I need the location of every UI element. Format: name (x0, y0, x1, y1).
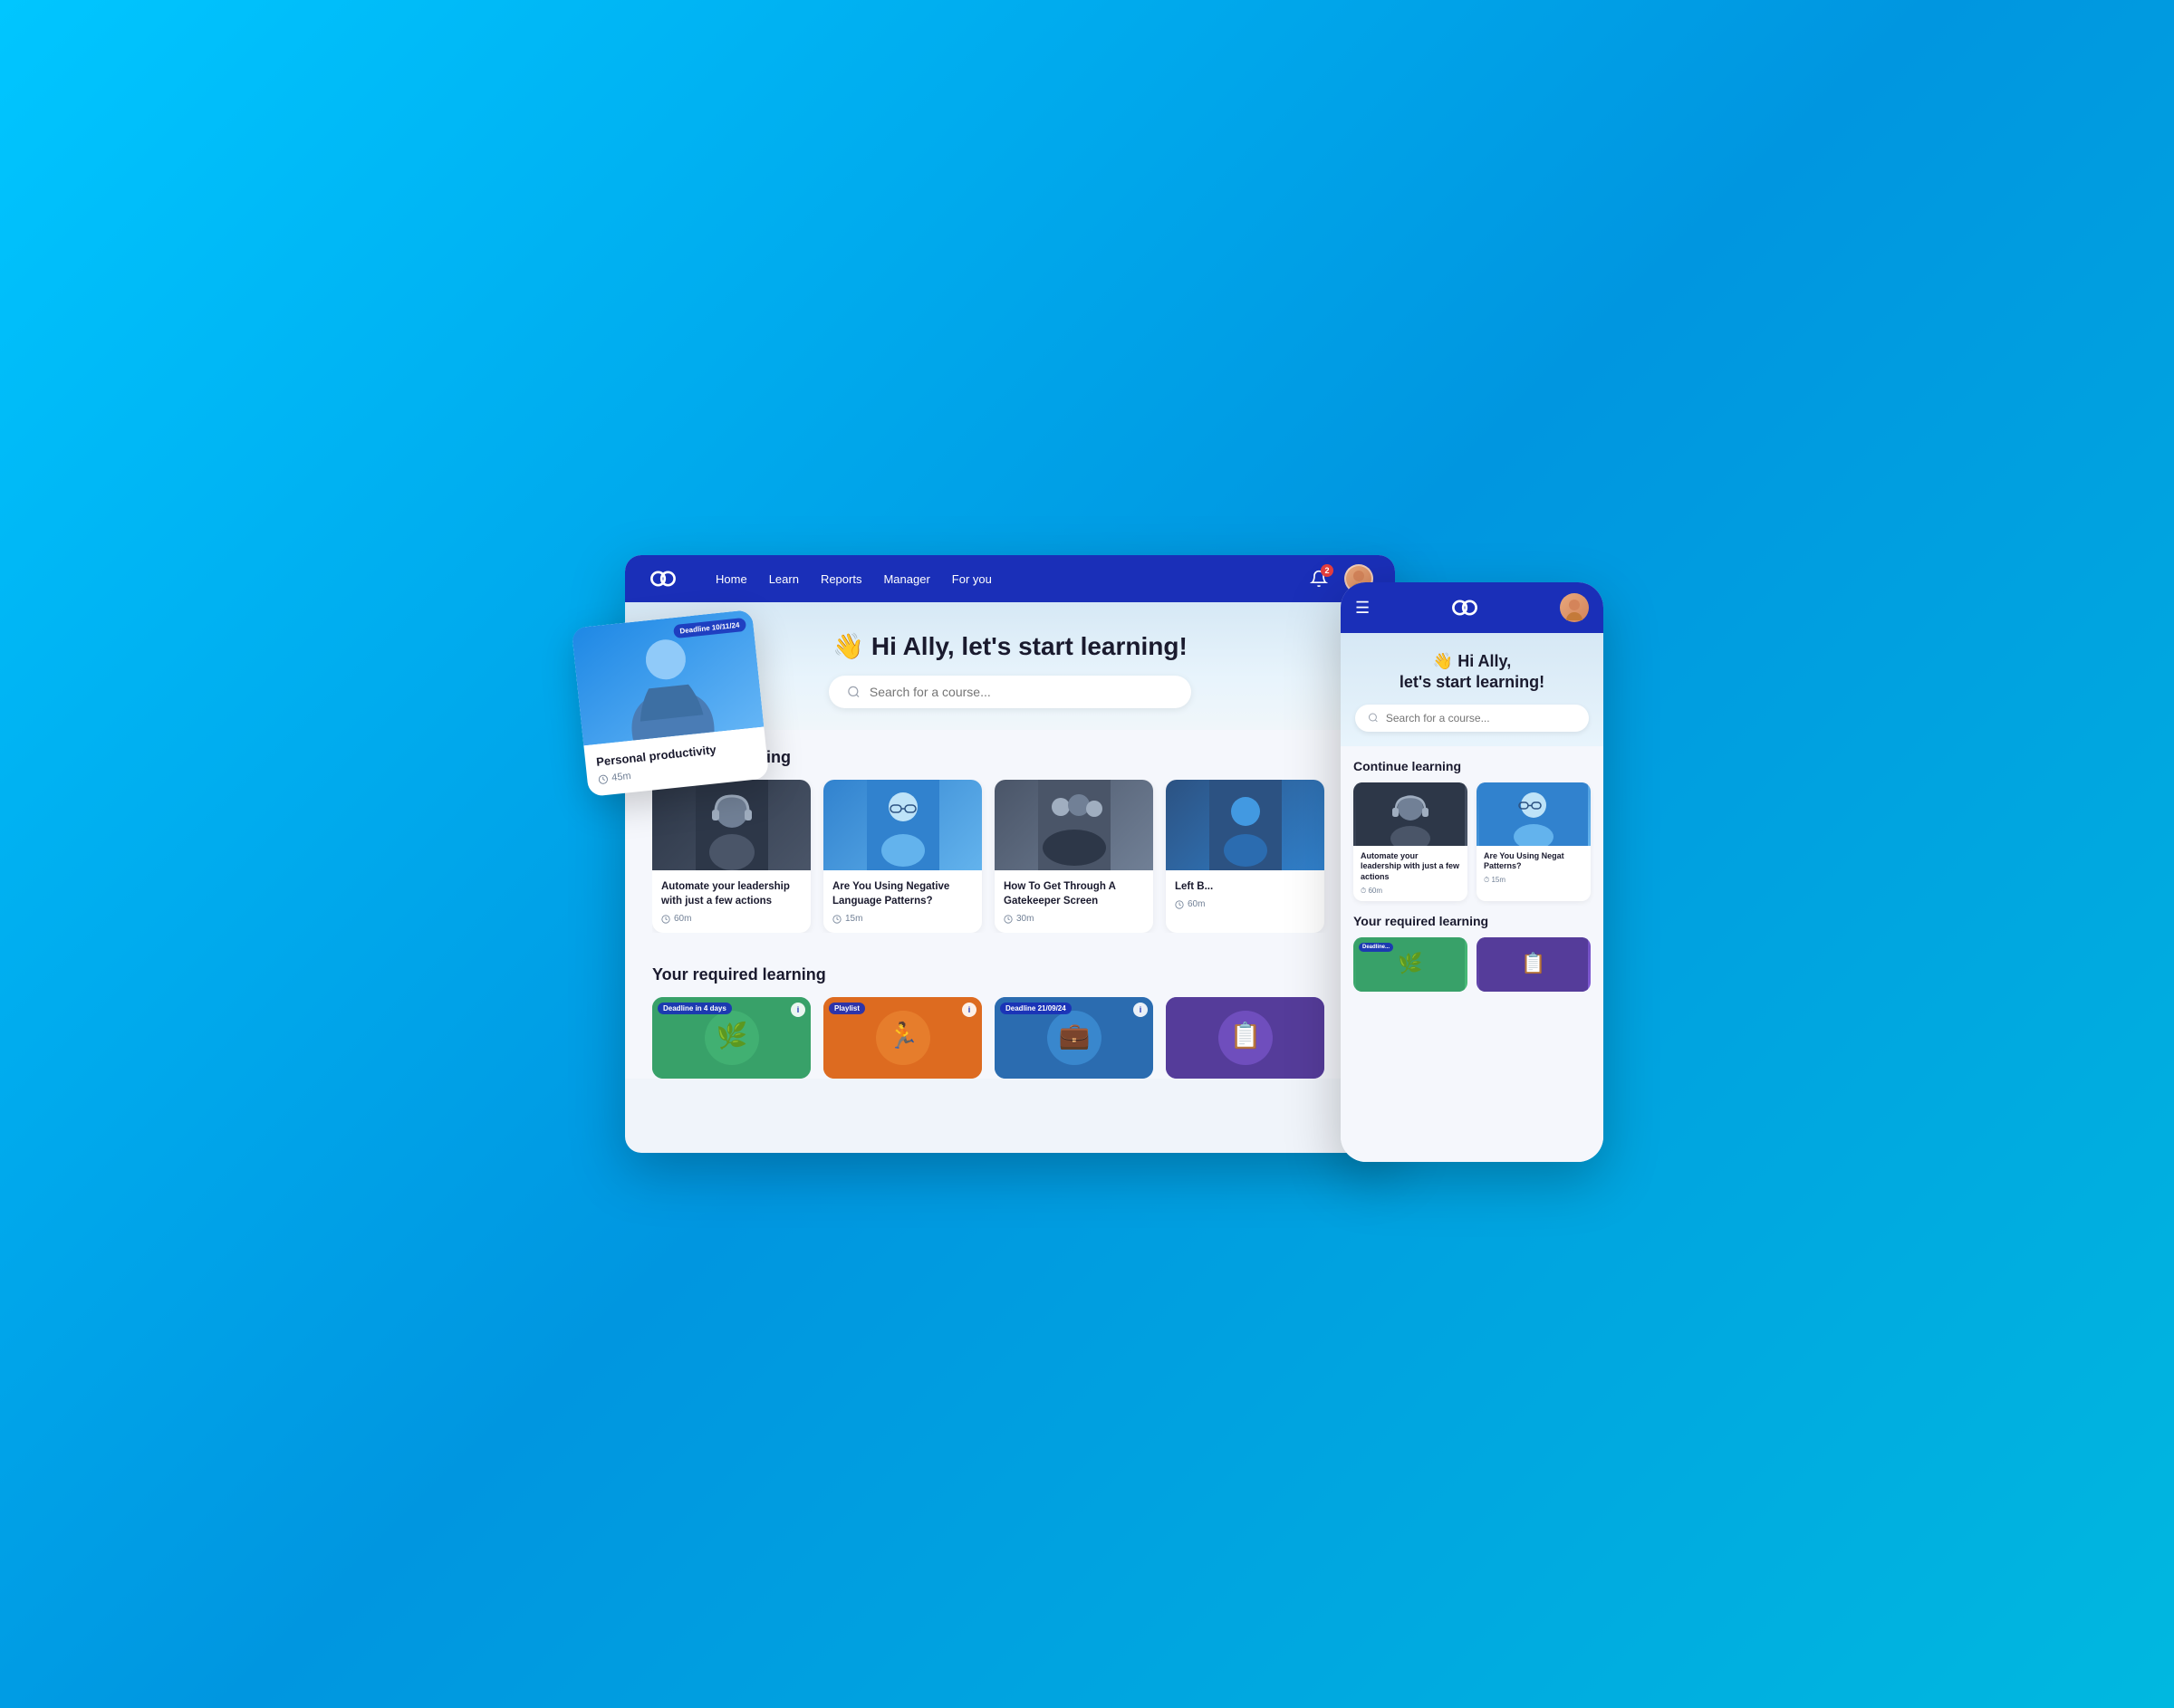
req-card-3[interactable]: 💼 Deadline 21/09/24 i (995, 997, 1153, 1079)
floating-card[interactable]: Deadline 10/11/24 Personal productivity … (572, 609, 769, 797)
course-info-4: Left B... 60m (1166, 870, 1324, 918)
nav-reports[interactable]: Reports (821, 572, 862, 586)
required-learning-section: Your required learning 🌿 Deadline in 4 d… (625, 951, 1395, 1079)
req-card-4[interactable]: 📋 (1166, 997, 1324, 1079)
course-duration-3: 30m (1004, 914, 1144, 924)
search-icon (847, 685, 861, 699)
navbar: Home Learn Reports Manager For you 2 (625, 555, 1395, 602)
course-title-4: Left B... (1175, 879, 1315, 894)
mobile-required-title: Your required learning (1353, 914, 1591, 928)
course-card-4[interactable]: Left B... 60m (1166, 780, 1324, 933)
svg-text:📋: 📋 (1521, 952, 1545, 974)
course-card-1[interactable]: Automate your leadership with just a few… (652, 780, 811, 933)
mobile-search-icon (1368, 712, 1379, 724)
course-thumb-1 (652, 780, 811, 870)
mobile-hero-title: 👋 Hi Ally,let's start learning! (1355, 651, 1589, 694)
nav-manager[interactable]: Manager (883, 572, 929, 586)
req-card-2[interactable]: 🏃 Playlist i (823, 997, 982, 1079)
required-learning-title: Your required learning (652, 965, 1368, 984)
mobile-course-card-1[interactable]: Automate your leadership with just a few… (1353, 782, 1467, 901)
mobile-course-card-2[interactable]: Are You Using Negat Patterns? ⏱ 15m (1477, 782, 1591, 901)
mobile-course-title-2: Are You Using Negat Patterns? (1484, 851, 1583, 872)
course-title-2: Are You Using Negative Language Patterns… (832, 879, 973, 908)
course-thumb-4 (1166, 780, 1324, 870)
scene: Home Learn Reports Manager For you 2 (589, 528, 1585, 1180)
course-card-3[interactable]: How To Get Through A Gatekeeper Screen 3… (995, 780, 1153, 933)
mobile-search-bar[interactable] (1355, 705, 1589, 732)
mobile-navbar: ☰ (1341, 582, 1603, 633)
mobile-course-duration-1: ⏱ 60m (1361, 887, 1460, 896)
req-card-1[interactable]: 🌿 Deadline in 4 days i (652, 997, 811, 1079)
mobile-thumb-2 (1477, 782, 1591, 846)
mobile-window: ☰ 👋 Hi Ally,let's start learning! (1341, 582, 1603, 1162)
mobile-course-title-1: Automate your leadership with just a few… (1361, 851, 1460, 883)
course-info-1: Automate your leadership with just a few… (652, 870, 811, 933)
course-info-3: How To Get Through A Gatekeeper Screen 3… (995, 870, 1153, 933)
course-thumb-2 (823, 780, 982, 870)
nav-links: Home Learn Reports Manager For you (716, 572, 1275, 586)
course-title-1: Automate your leadership with just a few… (661, 879, 802, 908)
mobile-menu-button[interactable]: ☰ (1355, 599, 1370, 618)
mobile-req-card-1[interactable]: 🌿 Deadline... (1353, 937, 1467, 992)
mobile-avatar[interactable] (1560, 593, 1589, 622)
mobile-course-row: Automate your leadership with just a few… (1353, 782, 1591, 901)
mobile-deadline-badge-1: Deadline... (1359, 943, 1393, 952)
mobile-search-input[interactable] (1386, 712, 1576, 724)
notification-button[interactable]: 2 (1304, 564, 1333, 593)
mobile-course-duration-2: ⏱ 15m (1484, 876, 1583, 885)
svg-text:📋: 📋 (1230, 1021, 1262, 1051)
course-grid: Automate your leadership with just a few… (652, 780, 1368, 933)
course-info-2: Are You Using Negative Language Patterns… (823, 870, 982, 933)
required-grid: 🌿 Deadline in 4 days i 🏃 Playlist i (652, 997, 1368, 1079)
playlist-badge-2: Playlist (829, 1003, 865, 1014)
course-duration-4: 60m (1175, 899, 1315, 909)
course-duration-2: 15m (832, 914, 973, 924)
course-thumb-3 (995, 780, 1153, 870)
mobile-course-info-2: Are You Using Negat Patterns? ⏱ 15m (1477, 846, 1591, 890)
nav-home[interactable]: Home (716, 572, 747, 586)
nav-learn[interactable]: Learn (769, 572, 799, 586)
deadline-badge-3: Deadline 21/09/24 (1000, 1003, 1072, 1014)
course-title-3: How To Get Through A Gatekeeper Screen (1004, 879, 1144, 908)
course-card-2[interactable]: Are You Using Negative Language Patterns… (823, 780, 982, 933)
floating-card-image: Deadline 10/11/24 (572, 609, 764, 745)
hero-title: 👋 Hi Ally, let's start learning! (661, 631, 1359, 661)
mobile-req-row: 🌿 Deadline... 📋 (1353, 937, 1591, 992)
search-input[interactable] (870, 685, 1173, 699)
deadline-badge-1: Deadline in 4 days (658, 1003, 732, 1014)
mobile-req-card-2[interactable]: 📋 (1477, 937, 1591, 992)
svg-text:🏃: 🏃 (888, 1021, 919, 1050)
mobile-hero: 👋 Hi Ally,let's start learning! (1341, 633, 1603, 746)
mobile-course-info-1: Automate your leadership with just a few… (1353, 846, 1467, 901)
mobile-continue-title: Continue learning (1353, 759, 1591, 773)
wave-emoji: 👋 (832, 632, 864, 660)
svg-text:💼: 💼 (1059, 1022, 1091, 1051)
nav-foryou[interactable]: For you (952, 572, 992, 586)
mobile-content: Continue learning Auto (1341, 746, 1603, 1162)
logo[interactable] (647, 562, 679, 595)
search-bar[interactable] (829, 676, 1191, 708)
svg-text:🌿: 🌿 (1398, 952, 1422, 974)
svg-text:🌿: 🌿 (717, 1021, 748, 1051)
course-duration-1: 60m (661, 914, 802, 924)
notification-badge: 2 (1321, 564, 1333, 577)
mobile-thumb-1 (1353, 782, 1467, 846)
